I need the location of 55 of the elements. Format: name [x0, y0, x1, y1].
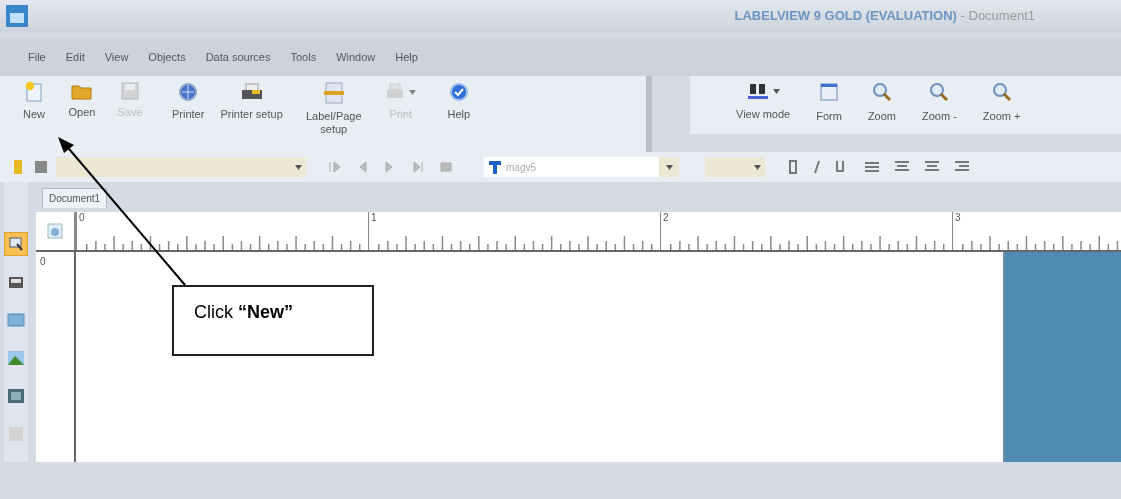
ruler-label: 2 [662, 212, 669, 224]
film-icon [7, 388, 25, 404]
document-tab[interactable]: Document1 [42, 188, 108, 208]
window-icon [819, 82, 840, 102]
menu-item[interactable]: Objects [148, 48, 186, 66]
view-mode-icon [746, 82, 769, 100]
new-document-icon [25, 82, 43, 102]
label-printer-icon [8, 274, 24, 290]
caret-icon [295, 164, 302, 170]
menu-item[interactable]: Window [336, 48, 376, 66]
toolbar-button[interactable]: Label/Page setup [292, 82, 375, 136]
printer-icon [239, 82, 264, 102]
menu-item[interactable]: Help [395, 48, 418, 66]
font-icon [488, 160, 502, 174]
page-setup-icon [322, 82, 345, 104]
callout-text: Click “New” [194, 302, 293, 322]
floppy-icon [121, 82, 139, 100]
toolbar-button[interactable]: New [12, 82, 56, 121]
folder-icon [71, 82, 93, 100]
caret-icon [754, 164, 761, 170]
ruler-label: 0 [40, 255, 46, 269]
font-name: magv5 [506, 160, 536, 175]
toolbar-button[interactable]: Zoom + [976, 82, 1027, 125]
toolbar-button[interactable]: View mode [730, 82, 797, 123]
ruler-label: 0 [78, 212, 85, 224]
text-box-icon [7, 313, 25, 327]
toolbar-button[interactable]: Printer setup [214, 82, 289, 121]
magnifier-icon [929, 82, 950, 102]
menu-item[interactable]: File [28, 48, 46, 66]
globe-icon [178, 82, 199, 102]
window-title: LABELVIEW 9 GOLD (EVALUATION) [734, 7, 957, 26]
menu-item[interactable]: Edit [65, 48, 85, 66]
square-icon [34, 160, 48, 174]
toolbar-button[interactable]: Open [60, 82, 104, 119]
gear-icon [46, 222, 64, 240]
app-icon [6, 5, 28, 27]
help-icon [448, 82, 469, 102]
tool-button[interactable] [4, 232, 28, 256]
image-icon [7, 350, 25, 366]
ruler-label: 1 [370, 212, 377, 224]
toolbar-button[interactable]: Help [436, 82, 481, 121]
toolbar-button[interactable]: Zoom [861, 82, 902, 125]
magnifier-icon [991, 82, 1012, 102]
caret-icon [665, 164, 673, 170]
blank-icon [8, 426, 24, 442]
menu-item[interactable]: Data sources [205, 48, 271, 66]
selection-icon [8, 236, 24, 252]
toolbar-button[interactable]: Printer [166, 82, 211, 121]
menu-item[interactable]: View [104, 48, 129, 66]
toolbar-button[interactable]: Form [810, 82, 848, 125]
menu-item[interactable]: Tools [290, 48, 317, 66]
toolbar-button[interactable]: Zoom - [916, 82, 963, 125]
document-title: - Document1 [959, 7, 1035, 26]
magnifier-icon [871, 82, 892, 102]
ruler-label: 3 [954, 212, 961, 224]
